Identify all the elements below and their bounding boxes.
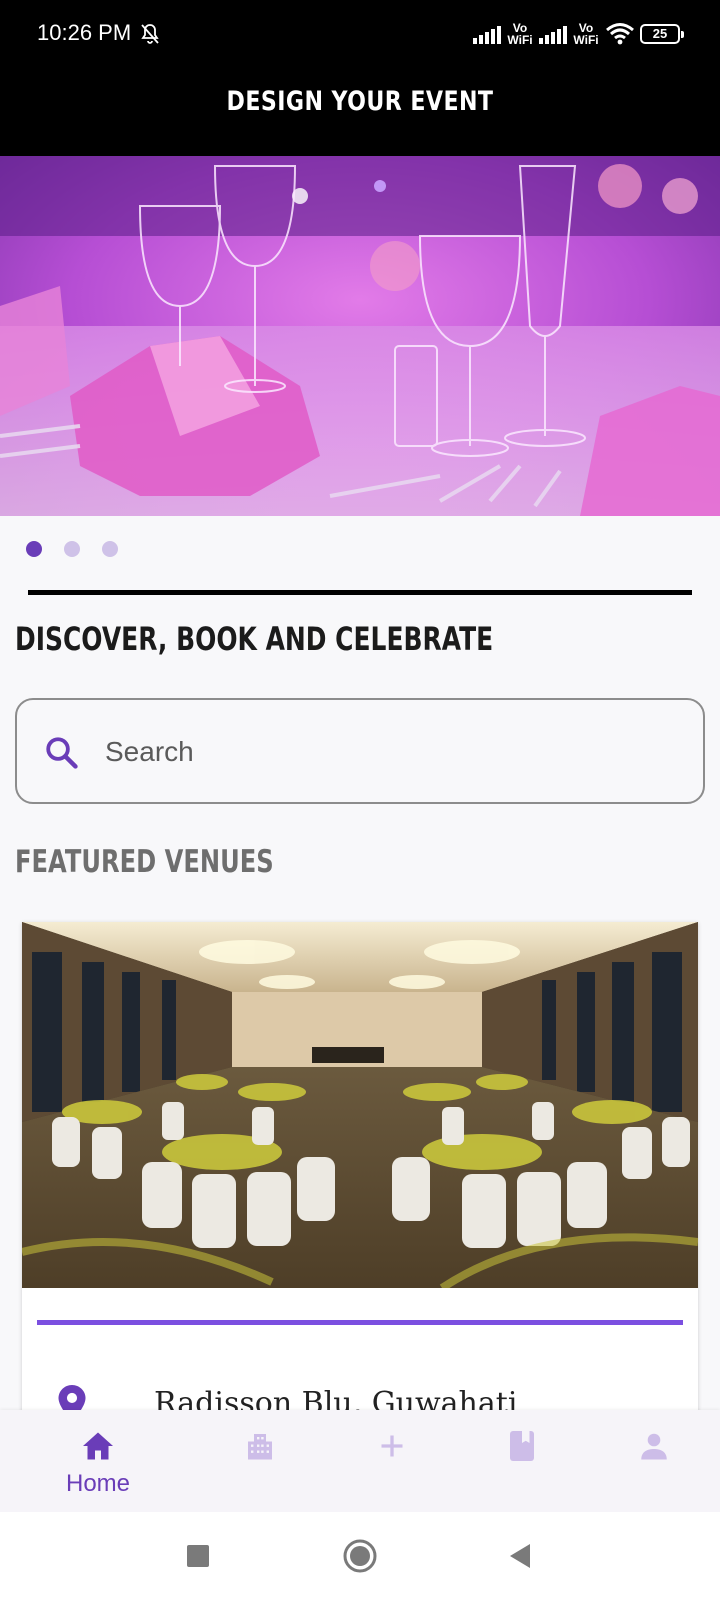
section-divider: [28, 590, 692, 595]
page-title: DESIGN YOUR EVENT: [226, 86, 494, 117]
back-button-icon[interactable]: [490, 1512, 550, 1600]
nav-item-bookings[interactable]: [462, 1410, 582, 1512]
bookings-book-icon: [510, 1431, 534, 1461]
search-input[interactable]: [103, 730, 663, 774]
nav-item-add[interactable]: [332, 1410, 452, 1512]
banquet-table-image: [0, 156, 720, 516]
venue-ballroom-image: [22, 922, 698, 1288]
hero-carousel-image[interactable]: [0, 156, 720, 516]
carousel-dot-2[interactable]: [64, 541, 80, 557]
recents-button-icon[interactable]: [168, 1512, 228, 1600]
section-heading: DISCOVER, BOOK AND CELEBRATE: [15, 620, 494, 658]
add-icon: [381, 1435, 403, 1457]
carousel-indicators: [26, 541, 118, 557]
status-time: 10:26 PM: [37, 20, 132, 45]
home-button-icon[interactable]: [330, 1512, 390, 1600]
nav-item-venues[interactable]: [200, 1410, 320, 1512]
status-bar: 10:26 PM Vo WiFi Vo WiFi 25: [0, 0, 720, 68]
signal-strength-icon: [473, 24, 501, 44]
venue-accent-bar: [37, 1320, 683, 1325]
nav-item-home[interactable]: Home: [38, 1410, 158, 1512]
home-icon: [83, 1432, 113, 1460]
carousel-dot-1[interactable]: [26, 541, 42, 557]
search-icon: [46, 737, 78, 769]
vowifi-label-1: Vo WiFi: [507, 21, 533, 47]
nav-item-profile[interactable]: [594, 1410, 714, 1512]
battery-icon: 25: [640, 24, 684, 44]
wifi-icon: [606, 23, 634, 45]
carousel-dot-3[interactable]: [102, 541, 118, 557]
notifications-muted-icon: [141, 24, 159, 44]
venues-building-icon: [248, 1434, 272, 1460]
profile-person-icon: [641, 1433, 667, 1460]
bottom-navigation: Home: [0, 1410, 720, 1512]
nav-label-home: Home: [65, 1470, 131, 1497]
featured-venues-title: FEATURED VENUES: [15, 844, 274, 880]
status-indicators: Vo WiFi Vo WiFi 25: [473, 18, 684, 50]
system-navigation-bar: [0, 1512, 720, 1600]
signal-strength-icon-2: [539, 24, 567, 44]
search-bar[interactable]: [15, 698, 705, 804]
vowifi-label-2: Vo WiFi: [573, 21, 599, 47]
venue-card[interactable]: Radisson Blu, Guwahati: [22, 922, 698, 1442]
